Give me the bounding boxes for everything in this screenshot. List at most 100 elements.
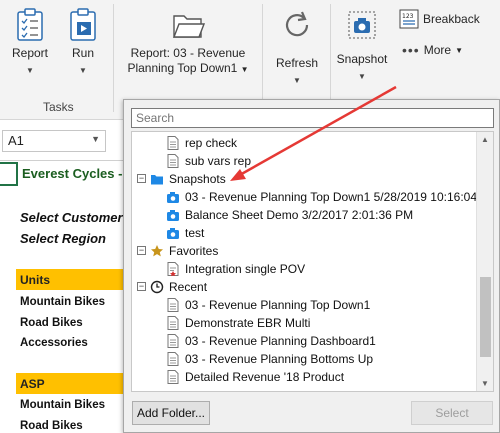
report-clipboard-icon [17,8,43,41]
report-file-icon [167,370,179,384]
tree-folder-label: Recent [169,280,208,294]
ribbon-separator [330,4,331,112]
tree-item-snapshot[interactable]: test [166,224,204,242]
snapshot-button[interactable]: Snapshot ▼ [333,8,391,84]
ribbon-separator [262,4,263,112]
formula-divider [0,160,125,161]
report-file-icon [167,136,179,150]
tree-item-label: test [185,226,205,240]
select-customer-label: Select Customer [20,210,123,225]
asp-row: Mountain Bikes [20,399,105,411]
svg-text:123: 123 [402,13,414,20]
more-button[interactable]: ••• More ▼ [402,42,463,58]
refresh-button[interactable]: Refresh ▼ [270,8,324,88]
namebox-value: A1 [8,133,24,148]
camera-icon [167,210,179,221]
refresh-icon [285,11,309,37]
breakback-button[interactable]: 123 Breakback [399,9,480,29]
tree-item-label: Detailed Revenue '18 Product [185,370,345,384]
units-row: Mountain Bikes [20,296,105,308]
report-select-line2: Planning Top Down1 [127,61,238,75]
tree-scrollbar[interactable]: ▲ ▼ [476,132,493,391]
namebox[interactable]: A1 ▼ [2,130,106,152]
chevron-down-icon: ▼ [293,76,301,85]
tree-folder-label: Favorites [169,244,219,258]
tree-item-label: Balance Sheet Demo 3/2/2017 2:01:36 PM [185,208,414,222]
tree-folder-snapshots[interactable]: Snapshots [150,170,226,188]
tree-item-recent[interactable]: 03 - Revenue Planning Top Down1 [166,296,370,314]
chevron-down-icon: ▼ [79,66,87,75]
scroll-down-icon[interactable]: ▼ [481,379,489,388]
run-clipboard-icon [70,8,96,41]
report-label: Report [11,46,49,60]
report-select-line1: Report: 03 - Revenue [130,46,246,60]
favorite-report-icon [167,262,179,276]
group-label-tasks: Tasks [43,100,74,114]
tree-item-snapshot[interactable]: Balance Sheet Demo 3/2/2017 2:01:36 PM [166,206,413,224]
tree-folder-label: Snapshots [169,172,226,186]
asp-header: ASP [16,373,124,394]
collapse-toggle[interactable]: − [137,246,146,255]
tree-item-label: 03 - Revenue Planning Top Down1 5/28/201… [185,190,494,204]
clock-icon [150,280,164,294]
report-button[interactable]: Report ▼ [5,8,55,78]
tree-item-label: 03 - Revenue Planning Top Down1 [185,298,371,312]
tree-item-recent[interactable]: 03 - Revenue Planning Dashboard1 [166,332,376,350]
tree-item-recent[interactable]: Detailed Revenue '18 Product [166,368,344,386]
tree-folder-recent[interactable]: Recent [150,278,207,296]
scroll-up-icon[interactable]: ▲ [481,135,489,144]
units-header: Units [16,269,124,290]
report-tree[interactable]: rep check sub vars rep − Snapshots 03 - … [131,131,494,392]
tree-item-label: rep check [185,136,238,150]
report-file-icon [167,334,179,348]
add-folder-button[interactable]: Add Folder... [132,401,210,425]
report-select-button[interactable]: Report: 03 - Revenue Planning Top Down1 … [122,8,254,77]
chevron-down-icon[interactable]: ▼ [91,134,100,144]
scrollbar-thumb[interactable] [480,277,491,357]
tree-item-recent[interactable]: 03 - Revenue Planning Bottoms Up [166,350,373,368]
tree-item-recent[interactable]: Demonstrate EBR Multi [166,314,310,332]
breakback-label: Breakback [423,12,480,26]
chevron-down-icon: ▼ [26,66,34,75]
select-region-label: Select Region [20,231,106,246]
run-label: Run [71,46,94,60]
tree-item-label: Demonstrate EBR Multi [185,316,311,330]
camera-icon [167,228,179,239]
report-picker-dialog: rep check sub vars rep − Snapshots 03 - … [123,99,500,433]
tree-item-label: Integration single POV [185,262,306,276]
chevron-down-icon: ▼ [455,45,463,55]
search-input[interactable] [131,108,494,128]
chevron-down-icon: ▼ [358,72,366,81]
snapshot-camera-icon [348,11,376,39]
tree-item-favorite[interactable]: Integration single POV [166,260,305,278]
units-row: Road Bikes [20,317,83,329]
select-button[interactable]: Select [411,401,493,425]
tree-item-label: 03 - Revenue Planning Bottoms Up [185,352,374,366]
collapse-toggle[interactable]: − [137,282,146,291]
report-file-icon [167,154,179,168]
sheet-title: Everest Cycles - [22,166,123,181]
folder-open-icon [172,15,205,38]
collapse-toggle[interactable]: − [137,174,146,183]
report-file-icon [167,298,179,312]
chevron-down-icon: ▼ [240,65,249,74]
refresh-label: Refresh [275,56,319,70]
tree-item-report[interactable]: rep check [166,134,237,152]
active-cell-a1[interactable] [0,162,18,186]
folder-icon [151,175,163,185]
tree-item-label: 03 - Revenue Planning Dashboard1 [185,334,376,348]
tree-item-report[interactable]: sub vars rep [166,152,251,170]
units-row: Accessories [20,337,88,349]
tree-folder-favorites[interactable]: Favorites [150,242,218,260]
camera-icon [167,192,179,203]
more-dots-icon: ••• [402,42,420,58]
run-button[interactable]: Run ▼ [62,8,104,78]
report-file-icon [167,352,179,366]
star-icon [151,245,163,257]
asp-row: Road Bikes [20,420,83,432]
ribbon-separator [113,4,114,112]
tree-item-label: sub vars rep [185,154,252,168]
tree-item-snapshot[interactable]: 03 - Revenue Planning Top Down1 5/28/201… [166,188,494,206]
more-label: More [423,43,452,57]
report-file-icon [167,316,179,330]
